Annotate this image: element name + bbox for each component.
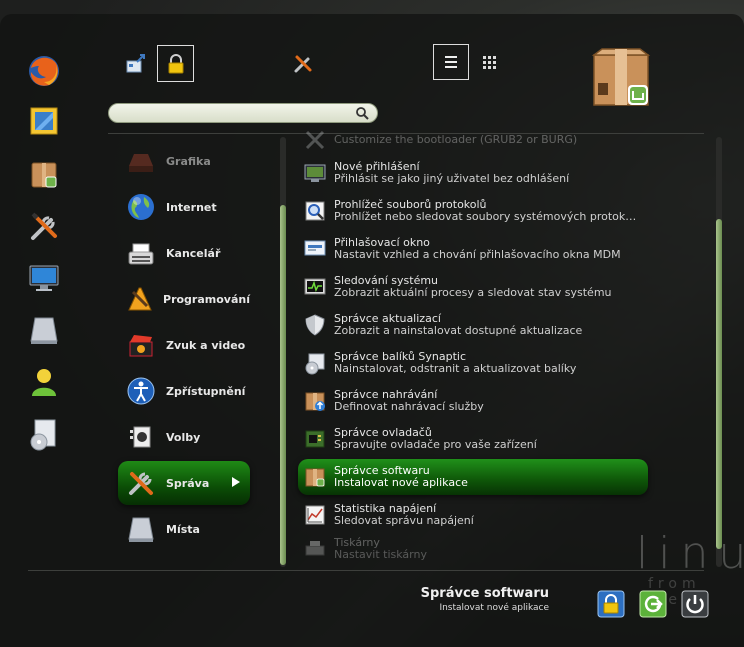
- favorite-firefox[interactable]: [22, 49, 66, 93]
- power-icon: [681, 590, 709, 618]
- app-prohlizec-protokolu[interactable]: Prohlížeč souborů protokolů Prohlížet neb…: [298, 193, 648, 229]
- categories-scrollbar[interactable]: [280, 137, 286, 567]
- favorite-software-manager[interactable]: [22, 152, 66, 196]
- category-label: Zpřístupnění: [166, 384, 246, 398]
- category-label: Internet: [166, 200, 217, 214]
- software-manager-icon: [31, 162, 57, 188]
- app-nove-prihlaseni[interactable]: Nové přihlášení Přihlásit se jako jiný už…: [298, 155, 648, 191]
- printer-icon: [305, 541, 325, 556]
- category-label: Grafika: [166, 154, 211, 168]
- software-manager-icon: [305, 468, 325, 487]
- category-internet[interactable]: Internet: [118, 185, 250, 229]
- drive-icon: [30, 317, 58, 344]
- typewriter-icon: [128, 243, 154, 265]
- selected-app-description: Instalovat nové aplikace: [439, 603, 549, 613]
- bootloader-icon: [305, 130, 325, 150]
- accessibility-icon: [127, 377, 155, 405]
- administration-icon: [129, 472, 153, 495]
- logout-icon: [639, 590, 667, 618]
- switch-user-icon: [126, 54, 145, 73]
- lock-screen-button[interactable]: [157, 45, 194, 82]
- user-icon: [32, 369, 56, 396]
- selected-app-large-icon: [591, 48, 651, 106]
- package-manager-icon: [305, 353, 325, 375]
- app-spravce-nahravani[interactable]: Správce nahrávání Definovat nahrávací slu…: [298, 383, 648, 419]
- app-statistika-napajeni[interactable]: Statistika napájení Sledovat správu napáj…: [298, 497, 648, 533]
- favorite-system-tools[interactable]: [22, 205, 66, 249]
- app-spravce-aktualizaci[interactable]: Správce aktualizací Zobrazit a nainstalov…: [298, 307, 648, 343]
- list-view-icon: [445, 56, 457, 68]
- search-input[interactable]: [119, 105, 353, 123]
- list-view-button[interactable]: [433, 44, 469, 80]
- preferences-icon: [130, 426, 151, 448]
- graphics-icon: [129, 154, 153, 172]
- firefox-icon: [29, 56, 59, 86]
- category-kancelar[interactable]: Kancelář: [118, 231, 250, 275]
- power-statistics-icon: [305, 505, 325, 525]
- app-synaptic[interactable]: Správce balíků Synaptic Nainstalovat, ods…: [298, 345, 648, 381]
- category-label: Místa: [166, 522, 200, 536]
- lock-icon: [168, 53, 183, 73]
- apps-scrollbar[interactable]: [716, 137, 722, 567]
- places-icon: [128, 517, 154, 542]
- shutdown-button[interactable]: [681, 590, 709, 618]
- category-zpristupneni[interactable]: Zpřístupnění: [118, 369, 250, 413]
- logout-button[interactable]: [639, 590, 667, 618]
- app-sledovani-systemu[interactable]: Sledování systému Zobrazit aktuální proce…: [298, 269, 648, 305]
- category-programovani[interactable]: Programování: [118, 277, 250, 321]
- log-viewer-icon: [305, 201, 325, 221]
- apps-scrollbar-thumb[interactable]: [716, 219, 722, 549]
- category-label: Správa: [166, 476, 210, 490]
- favorite-monitor[interactable]: [22, 256, 66, 300]
- lock-screen-icon: [597, 590, 625, 618]
- category-zvuk-a-video[interactable]: Zvuk a video: [118, 323, 250, 367]
- categories-scrollbar-thumb[interactable]: [280, 205, 286, 565]
- driver-manager-icon: [305, 430, 325, 448]
- switch-user-button[interactable]: [118, 46, 154, 82]
- category-mista[interactable]: Místa: [118, 507, 250, 551]
- category-grafika[interactable]: Grafika: [118, 139, 250, 183]
- category-label: Kancelář: [166, 246, 221, 260]
- search-icon[interactable]: [355, 106, 369, 120]
- app-prihlasovaci-okno[interactable]: Přihlašovací okno Nastavit vzhled a chová…: [298, 231, 648, 267]
- favorite-disc[interactable]: [22, 412, 66, 456]
- search-box: [108, 103, 378, 123]
- favorite-user[interactable]: [22, 360, 66, 404]
- programming-icon: [127, 287, 152, 311]
- new-login-icon: [304, 164, 326, 182]
- favorite-mail[interactable]: [22, 99, 66, 143]
- chevron-right-icon: [232, 477, 240, 487]
- globe-icon: [128, 194, 154, 220]
- category-label: Volby: [166, 430, 201, 444]
- grid-view-icon: [483, 56, 496, 69]
- footer-divider: [28, 570, 704, 571]
- app-spravce-softwaru[interactable]: Správce softwaru Instalovat nové aplikace: [298, 459, 648, 495]
- lock-session-button[interactable]: [597, 590, 625, 618]
- settings-button[interactable]: [285, 46, 321, 82]
- monitor-icon: [29, 265, 59, 291]
- upload-manager-icon: [305, 392, 325, 411]
- app-customize-bootloader[interactable]: Customize the bootloader (GRUB2 or BURG): [298, 128, 648, 152]
- favorite-drive[interactable]: [22, 308, 66, 352]
- login-window-icon: [304, 240, 326, 256]
- wallpaper-watermark: linu: [636, 528, 744, 579]
- category-label: Zvuk a video: [166, 338, 246, 352]
- tools-icon: [294, 55, 312, 73]
- mail-icon: [30, 107, 58, 135]
- app-spravce-ovladacu[interactable]: Správce ovladačů Spravujte ovladače pro v…: [298, 421, 648, 457]
- system-tools-icon: [31, 212, 57, 240]
- system-monitor-icon: [304, 278, 326, 295]
- app-tiskarny[interactable]: Tiskárny Nastavit tiskárny: [298, 535, 648, 563]
- clapperboard-icon: [129, 335, 153, 357]
- category-sprava[interactable]: Správa: [118, 461, 250, 505]
- shield-icon: [305, 314, 325, 336]
- disc-icon: [30, 419, 56, 451]
- grid-view-button[interactable]: [471, 44, 507, 80]
- category-label: Programování: [163, 292, 250, 306]
- selected-app-name: Správce softwaru: [420, 586, 549, 601]
- category-volby[interactable]: Volby: [118, 415, 250, 459]
